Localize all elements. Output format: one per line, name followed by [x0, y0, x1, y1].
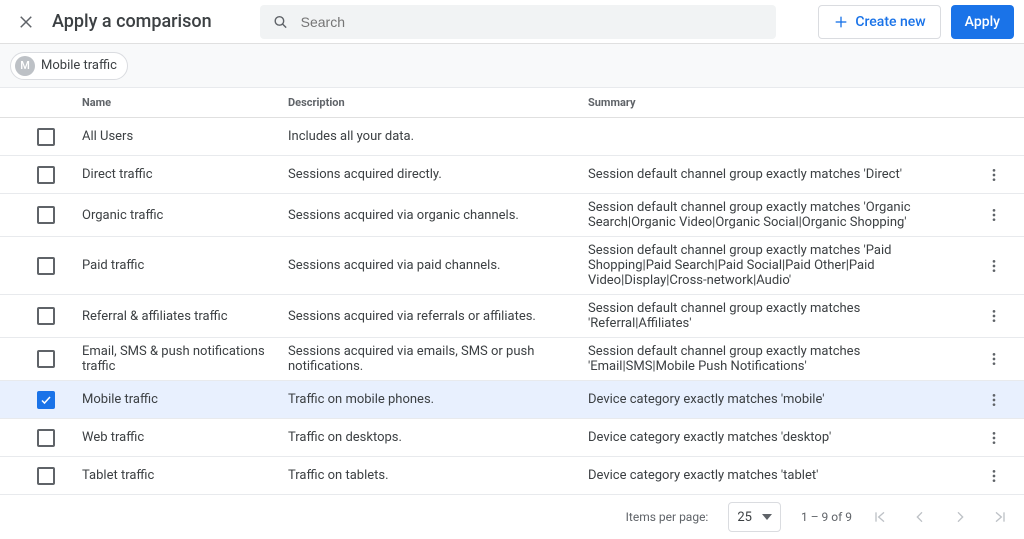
row-checkbox[interactable]: [37, 307, 55, 325]
comparison-chip[interactable]: M Mobile traffic: [10, 52, 128, 80]
chevron-right-icon: [952, 509, 968, 525]
more-vert-icon: [986, 468, 1002, 484]
pagination-bar: Items per page: 25 1 – 9 of 9: [0, 495, 1024, 539]
row-description: Sessions acquired via emails, SMS or pus…: [288, 344, 588, 374]
more-vert-icon: [986, 207, 1002, 223]
row-menu-button[interactable]: [986, 351, 1002, 367]
row-menu-button[interactable]: [986, 430, 1002, 446]
row-summary: Device category exactly matches 'tablet': [588, 468, 974, 483]
table-row[interactable]: Direct trafficSessions acquired directly…: [0, 156, 1024, 194]
row-description: Sessions acquired via paid channels.: [288, 258, 588, 273]
row-name: Paid traffic: [82, 258, 288, 273]
row-description: Sessions acquired directly.: [288, 167, 588, 182]
apply-label: Apply: [965, 14, 1000, 30]
row-summary: Session default channel group exactly ma…: [588, 200, 974, 230]
table-row[interactable]: Tablet trafficTraffic on tablets.Device …: [0, 457, 1024, 495]
more-vert-icon: [986, 351, 1002, 367]
column-summary: Summary: [588, 96, 974, 109]
check-icon: [40, 394, 52, 406]
items-per-page-value: 25: [737, 510, 752, 525]
chip-label: Mobile traffic: [41, 58, 117, 73]
search-icon: [272, 13, 289, 31]
column-name: Name: [82, 96, 288, 109]
row-name: All Users: [82, 129, 288, 144]
row-summary: Device category exactly matches 'mobile': [588, 392, 974, 407]
row-name: Mobile traffic: [82, 392, 288, 407]
row-name: Organic traffic: [82, 208, 288, 223]
chevron-left-icon: [912, 509, 928, 525]
row-checkbox[interactable]: [37, 257, 55, 275]
more-vert-icon: [986, 430, 1002, 446]
row-summary: Session default channel group exactly ma…: [588, 344, 974, 374]
row-menu-button[interactable]: [986, 308, 1002, 324]
caret-down-icon: [762, 514, 772, 520]
row-menu-button[interactable]: [986, 392, 1002, 408]
table-row[interactable]: Organic trafficSessions acquired via org…: [0, 194, 1024, 237]
table-body: All UsersIncludes all your data.Direct t…: [0, 118, 1024, 495]
row-description: Includes all your data.: [288, 129, 588, 144]
row-summary: Session default channel group exactly ma…: [588, 243, 974, 288]
create-new-label: Create new: [855, 14, 925, 30]
more-vert-icon: [986, 258, 1002, 274]
row-description: Traffic on tablets.: [288, 468, 588, 483]
chip-avatar: M: [15, 56, 35, 76]
items-per-page-label: Items per page:: [626, 510, 709, 524]
close-button[interactable]: [10, 6, 42, 38]
table-row[interactable]: Referral & affiliates trafficSessions ac…: [0, 295, 1024, 338]
next-page-button[interactable]: [952, 509, 968, 525]
first-page-icon: [872, 509, 888, 525]
row-description: Sessions acquired via organic channels.: [288, 208, 588, 223]
row-menu-button[interactable]: [986, 468, 1002, 484]
row-menu-button[interactable]: [986, 207, 1002, 223]
pagination-nav: [872, 509, 1008, 525]
more-vert-icon: [986, 392, 1002, 408]
active-comparison-bar: M Mobile traffic: [0, 44, 1024, 88]
table-row[interactable]: All UsersIncludes all your data.: [0, 118, 1024, 156]
more-vert-icon: [986, 308, 1002, 324]
row-menu-button[interactable]: [986, 258, 1002, 274]
table-row[interactable]: Mobile trafficTraffic on mobile phones.D…: [0, 381, 1024, 419]
table-row[interactable]: Web trafficTraffic on desktops.Device ca…: [0, 419, 1024, 457]
row-checkbox[interactable]: [37, 166, 55, 184]
dialog-title: Apply a comparison: [52, 11, 212, 32]
dialog-header: Apply a comparison Create new Apply: [0, 0, 1024, 44]
row-checkbox[interactable]: [37, 429, 55, 447]
row-name: Referral & affiliates traffic: [82, 309, 288, 324]
prev-page-button[interactable]: [912, 509, 928, 525]
row-checkbox[interactable]: [37, 128, 55, 146]
search-container: [260, 5, 776, 39]
row-checkbox[interactable]: [37, 206, 55, 224]
row-summary: Session default channel group exactly ma…: [588, 167, 974, 182]
row-name: Tablet traffic: [82, 468, 288, 483]
more-vert-icon: [986, 167, 1002, 183]
first-page-button[interactable]: [872, 509, 888, 525]
search-box[interactable]: [260, 5, 776, 39]
table-row[interactable]: Email, SMS & push notifications trafficS…: [0, 338, 1024, 381]
row-description: Traffic on mobile phones.: [288, 392, 588, 407]
row-name: Direct traffic: [82, 167, 288, 182]
last-page-button[interactable]: [992, 509, 1008, 525]
table-row[interactable]: Paid trafficSessions acquired via paid c…: [0, 237, 1024, 295]
row-menu-button[interactable]: [986, 167, 1002, 183]
row-name: Web traffic: [82, 430, 288, 445]
search-input[interactable]: [299, 13, 764, 31]
pagination-range: 1 – 9 of 9: [801, 510, 852, 524]
create-new-button[interactable]: Create new: [818, 5, 940, 39]
close-icon: [17, 13, 35, 31]
row-summary: Device category exactly matches 'desktop…: [588, 430, 974, 445]
row-checkbox[interactable]: [37, 350, 55, 368]
table-header: Name Description Summary: [0, 88, 1024, 118]
row-checkbox[interactable]: [37, 467, 55, 485]
apply-button[interactable]: Apply: [951, 5, 1014, 39]
row-description: Sessions acquired via referrals or affil…: [288, 309, 588, 324]
row-summary: Session default channel group exactly ma…: [588, 301, 974, 331]
row-name: Email, SMS & push notifications traffic: [82, 344, 288, 374]
plus-icon: [833, 14, 849, 30]
last-page-icon: [992, 509, 1008, 525]
row-description: Traffic on desktops.: [288, 430, 588, 445]
row-checkbox[interactable]: [37, 391, 55, 409]
column-description: Description: [288, 96, 588, 109]
